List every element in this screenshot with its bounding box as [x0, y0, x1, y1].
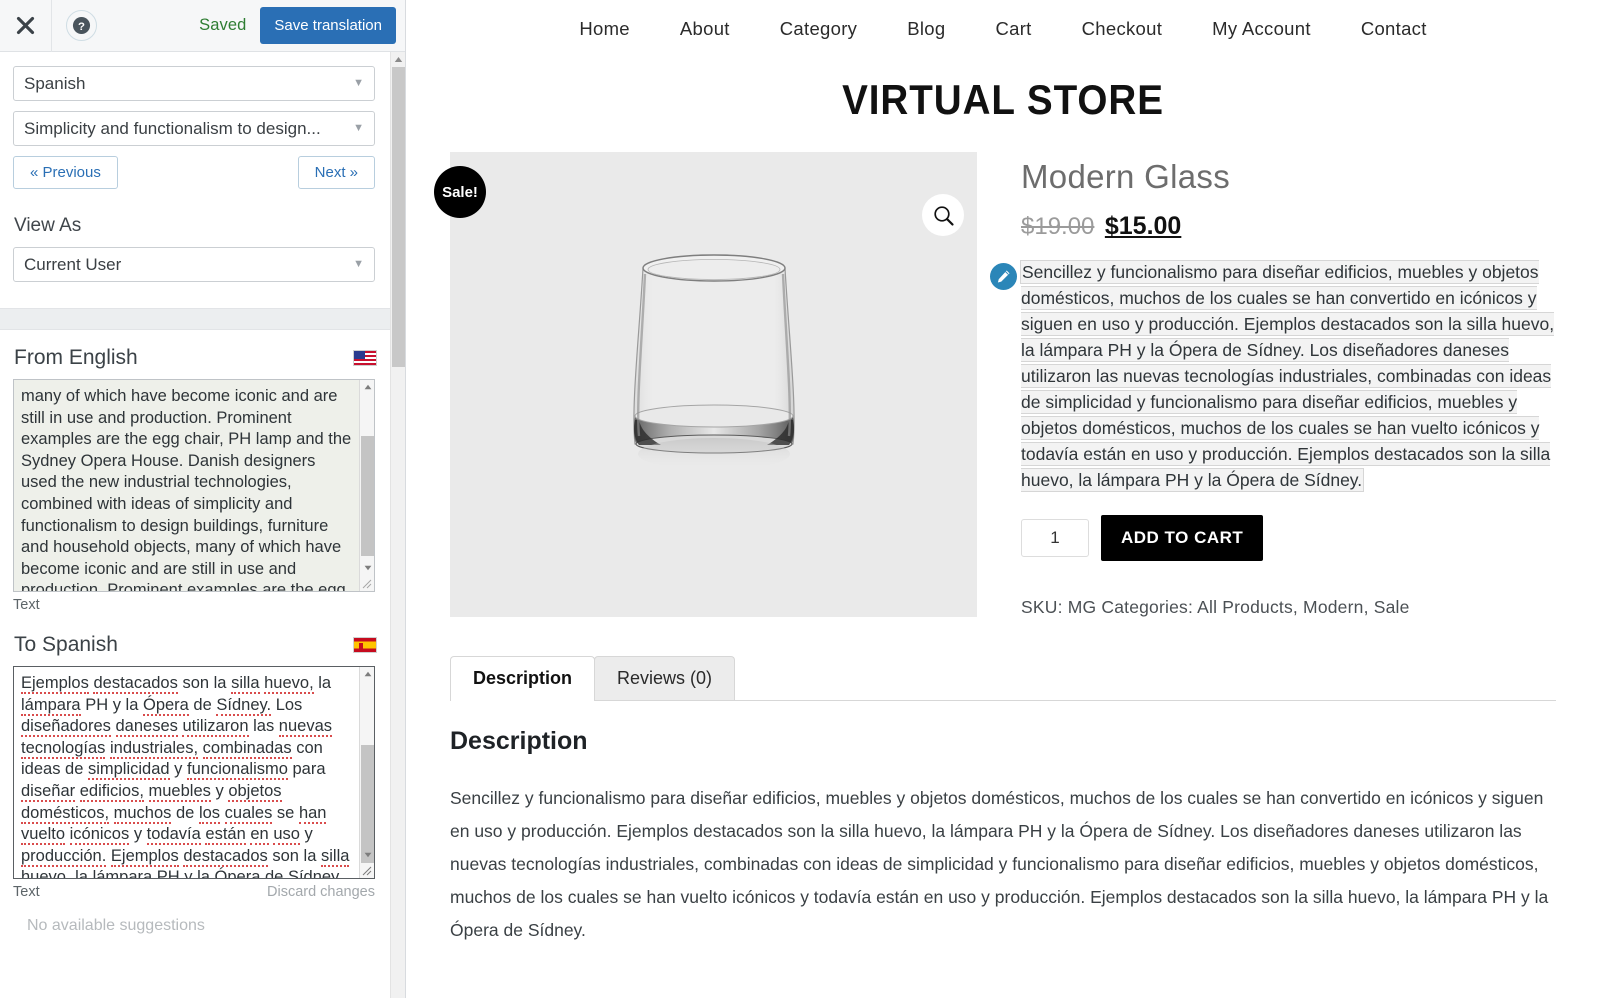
add-to-cart-button[interactable]: ADD TO CART: [1101, 515, 1264, 561]
source-heading: From English: [14, 346, 138, 369]
sidebar-topbar: ? Saved Save translation: [0, 0, 405, 52]
resize-grip-icon[interactable]: [361, 578, 373, 590]
sidebar-scrollbar-thumb[interactable]: [392, 67, 405, 367]
price-original: $19.00: [1021, 213, 1095, 240]
nav-link-home[interactable]: Home: [579, 18, 630, 40]
source-block: From English many of which have become i…: [0, 346, 405, 613]
sidebar-body: Spanish ▼ Simplicity and functionalism t…: [0, 52, 405, 998]
view-as-value: Current User: [24, 254, 122, 274]
panel-heading: Description: [450, 727, 588, 755]
product-details: Modern Glass $19.00 $15.00 Sencillez y f…: [990, 152, 1560, 618]
string-select-value: Simplicity and functionalism to design..…: [24, 118, 321, 138]
tab-description[interactable]: Description: [450, 656, 596, 701]
app-root: ? Saved Save translation Spanish ▼ Simpl…: [0, 0, 1600, 998]
add-to-cart-row: ADD TO CART: [1021, 515, 1560, 561]
sidebar-divider: [0, 308, 405, 330]
save-status: Saved: [199, 16, 247, 34]
source-header: From English: [14, 346, 377, 370]
source-type-label: Text: [13, 597, 40, 613]
nav-link-cart[interactable]: Cart: [995, 18, 1031, 40]
edit-pencil-icon[interactable]: [990, 263, 1017, 290]
discard-changes-link[interactable]: Discard changes: [267, 884, 375, 900]
help-icon[interactable]: ?: [66, 10, 97, 41]
us-flag-icon: [353, 350, 377, 366]
sidebar-controls: Spanish ▼ Simplicity and functionalism t…: [0, 52, 405, 308]
suggestions-message: No available suggestions: [27, 917, 205, 934]
chevron-down-icon: ▼: [353, 258, 364, 270]
scroll-up-arrow-icon[interactable]: [360, 380, 374, 394]
price-sale: $15.00: [1104, 212, 1182, 240]
sidebar-scrollbar[interactable]: [390, 52, 405, 998]
scroll-down-arrow-icon[interactable]: [360, 561, 374, 575]
product-price: $19.00 $15.00: [1021, 212, 1560, 241]
translation-sidebar: ? Saved Save translation Spanish ▼ Simpl…: [0, 0, 406, 998]
product-tabs-wrap: Description Reviews (0): [450, 656, 1556, 701]
scroll-up-arrow-icon[interactable]: [391, 52, 405, 67]
sale-badge: Sale!: [434, 166, 486, 218]
language-select-value: Spanish: [24, 73, 86, 93]
target-block: To Spanish Ejemplos destacados son la si…: [0, 633, 405, 935]
store-page: Home About Category Blog Cart Checkout My Acco…: [406, 0, 1600, 998]
target-text: Ejemplos destacados son la silla huevo, …: [21, 673, 352, 878]
short-description-wrap: Sencillez y funcionalismo para diseñar e…: [990, 259, 1560, 493]
nav-link-category[interactable]: Category: [780, 18, 857, 40]
resize-grip-icon[interactable]: [361, 865, 373, 877]
nav-link-checkout[interactable]: Checkout: [1082, 18, 1163, 40]
language-select[interactable]: Spanish ▼: [13, 66, 375, 101]
glass-illustration: [632, 254, 795, 470]
source-text: many of which have become iconic and are…: [21, 387, 352, 592]
magnifier-icon[interactable]: [922, 194, 964, 236]
product-title: Modern Glass: [1021, 158, 1231, 195]
chevron-down-icon: ▼: [353, 77, 364, 89]
source-textarea[interactable]: many of which have become iconic and are…: [13, 379, 375, 592]
nav-link-about[interactable]: About: [680, 18, 730, 40]
string-select[interactable]: Simplicity and functionalism to design..…: [13, 111, 375, 146]
product-gallery: Sale!: [434, 152, 977, 617]
close-icon[interactable]: [0, 0, 52, 52]
target-header: To Spanish: [14, 633, 377, 657]
panel-body: Sencillez y funcionalismo para diseñar e…: [450, 788, 1549, 940]
target-textarea[interactable]: Ejemplos destacados son la silla huevo, …: [13, 666, 375, 879]
store-logo: VIRTUAL STORE: [842, 76, 1164, 123]
scroll-up-arrow-icon[interactable]: [360, 667, 374, 681]
short-description-text: Sencillez y funcionalismo para diseñar e…: [1021, 261, 1555, 491]
next-button[interactable]: Next »: [297, 156, 375, 189]
nav-buttons: « Previous Next »: [13, 156, 375, 189]
nav-link-blog[interactable]: Blog: [907, 18, 945, 40]
target-type-label: Text: [13, 884, 40, 900]
svg-text:?: ?: [78, 21, 85, 33]
product-section: Sale! Modern Glass $19.00 $15.00 Sencill…: [434, 152, 1560, 618]
view-as-label: View As: [14, 215, 82, 236]
tab-reviews[interactable]: Reviews (0): [594, 656, 736, 700]
product-tabs: Description Reviews (0): [450, 656, 1556, 701]
product-short-description: Sencillez y funcionalismo para diseñar e…: [1021, 259, 1560, 493]
es-flag-icon: [353, 637, 377, 653]
source-textarea-scrollbar[interactable]: [359, 380, 374, 591]
nav-link-my-account[interactable]: My Account: [1212, 18, 1311, 40]
previous-button[interactable]: « Previous: [13, 156, 118, 189]
store-navigation: Home About Category Blog Cart Checkout My Acco…: [406, 0, 1600, 40]
view-as-select[interactable]: Current User ▼: [13, 247, 375, 282]
source-textarea-scroll-thumb[interactable]: [361, 436, 374, 556]
quantity-input[interactable]: [1021, 519, 1089, 557]
target-textarea-scroll-thumb[interactable]: [361, 745, 374, 863]
source-footer: Text: [13, 597, 375, 613]
product-meta: SKU: MG Categories: All Products, Modern…: [1021, 597, 1410, 617]
target-footer: Text Discard changes: [13, 884, 375, 900]
nav-link-contact[interactable]: Contact: [1361, 18, 1427, 40]
description-panel: Description Sencillez y funcionalismo pa…: [450, 727, 1556, 947]
target-textarea-scrollbar[interactable]: [359, 667, 374, 878]
scroll-down-arrow-icon[interactable]: [360, 848, 374, 862]
product-image[interactable]: [450, 152, 977, 617]
target-heading: To Spanish: [14, 633, 118, 656]
chevron-down-icon: ▼: [353, 122, 364, 134]
save-translation-button[interactable]: Save translation: [260, 7, 396, 44]
